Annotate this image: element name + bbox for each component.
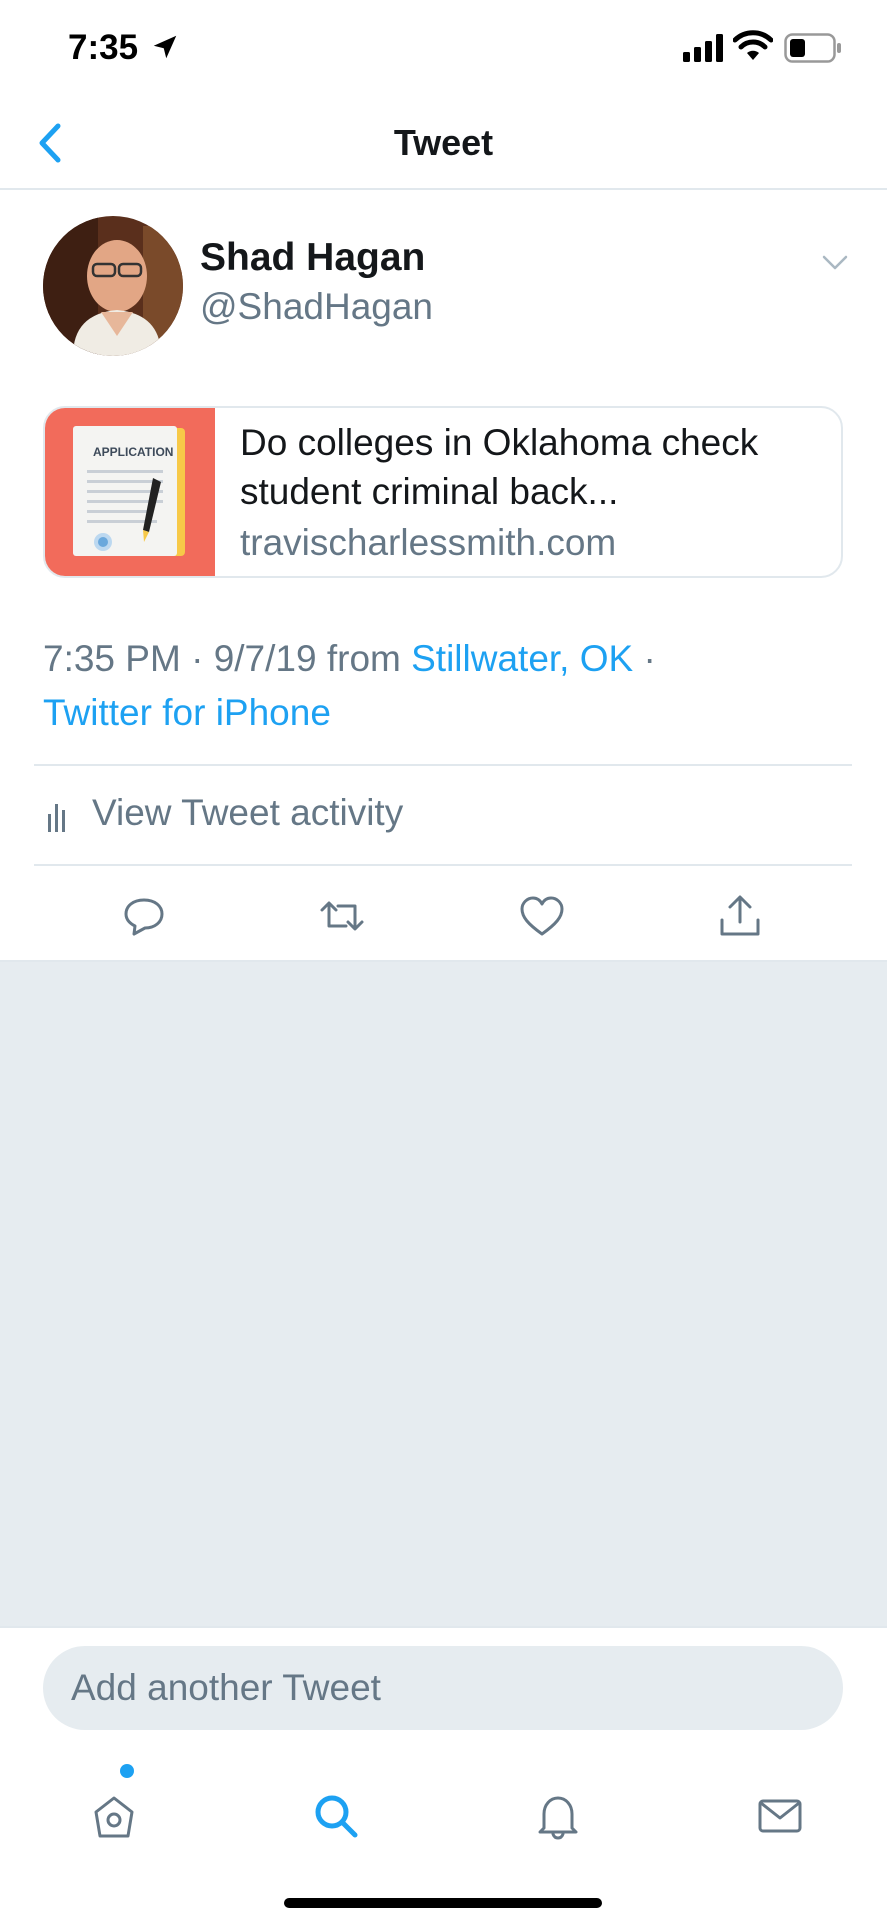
tab-search[interactable] [284,1768,384,1868]
retweet-icon[interactable] [318,892,366,940]
tab-messages[interactable] [728,1768,828,1868]
meta-separator: · [643,638,656,679]
card-title: Do colleges in Oklahoma check student cr… [240,422,759,512]
navigation-bar: Tweet [0,100,887,190]
tweet-metadata: 7:35 PM · 9/7/19 from Stillwater, OK · T… [43,632,863,740]
view-tweet-activity-label: View Tweet activity [92,792,404,833]
author-handle[interactable]: @ShadHagan [200,286,433,328]
add-tweet-input[interactable] [43,1646,843,1730]
reply-icon[interactable] [120,892,168,940]
avatar[interactable] [43,216,183,356]
like-icon[interactable] [518,892,566,940]
tab-notifications[interactable] [506,1768,606,1868]
location-arrow-icon [153,35,177,59]
share-icon[interactable] [716,892,764,940]
battery-icon [784,33,841,63]
tab-home[interactable] [62,1768,162,1868]
replies-area [0,962,887,1626]
card-thumb-label: APPLICATION [93,445,173,459]
wifi-icon [733,30,773,60]
tweet-actions [0,876,887,962]
author-name[interactable]: Shad Hagan [200,236,425,280]
meta-separator: · [191,638,204,679]
tweet-time: 7:35 PM [43,638,181,679]
tab-bar [0,1764,887,1878]
chevron-down-icon[interactable] [820,250,850,274]
home-icon [94,1796,134,1838]
link-card[interactable]: APPLICATION Do colleges in Oklahoma chec… [43,406,843,578]
status-time: 7:35 [68,28,139,67]
signal-icon [683,34,723,62]
card-thumbnail: APPLICATION [45,408,215,576]
card-domain: travischarlessmith.com [240,522,617,563]
notification-dot [120,1764,134,1778]
view-tweet-activity-button[interactable]: View Tweet activity [34,764,852,866]
home-indicator [284,1898,602,1908]
page-title: Tweet [393,122,494,163]
from-label: from [326,638,401,679]
mail-icon [758,1799,802,1833]
bar-chart-icon [48,804,65,832]
status-bar: 7:35 [0,0,887,100]
search-icon [315,1795,358,1838]
bottom-area [0,1626,887,1920]
tweet-detail: Shad Hagan @ShadHagan APPLICATION Do col… [0,190,887,962]
bell-icon [538,1796,578,1840]
tweet-date: 9/7/19 [213,638,317,679]
tweet-location-link[interactable]: Stillwater, OK [411,638,633,679]
tweet-source-link[interactable]: Twitter for iPhone [43,692,331,733]
